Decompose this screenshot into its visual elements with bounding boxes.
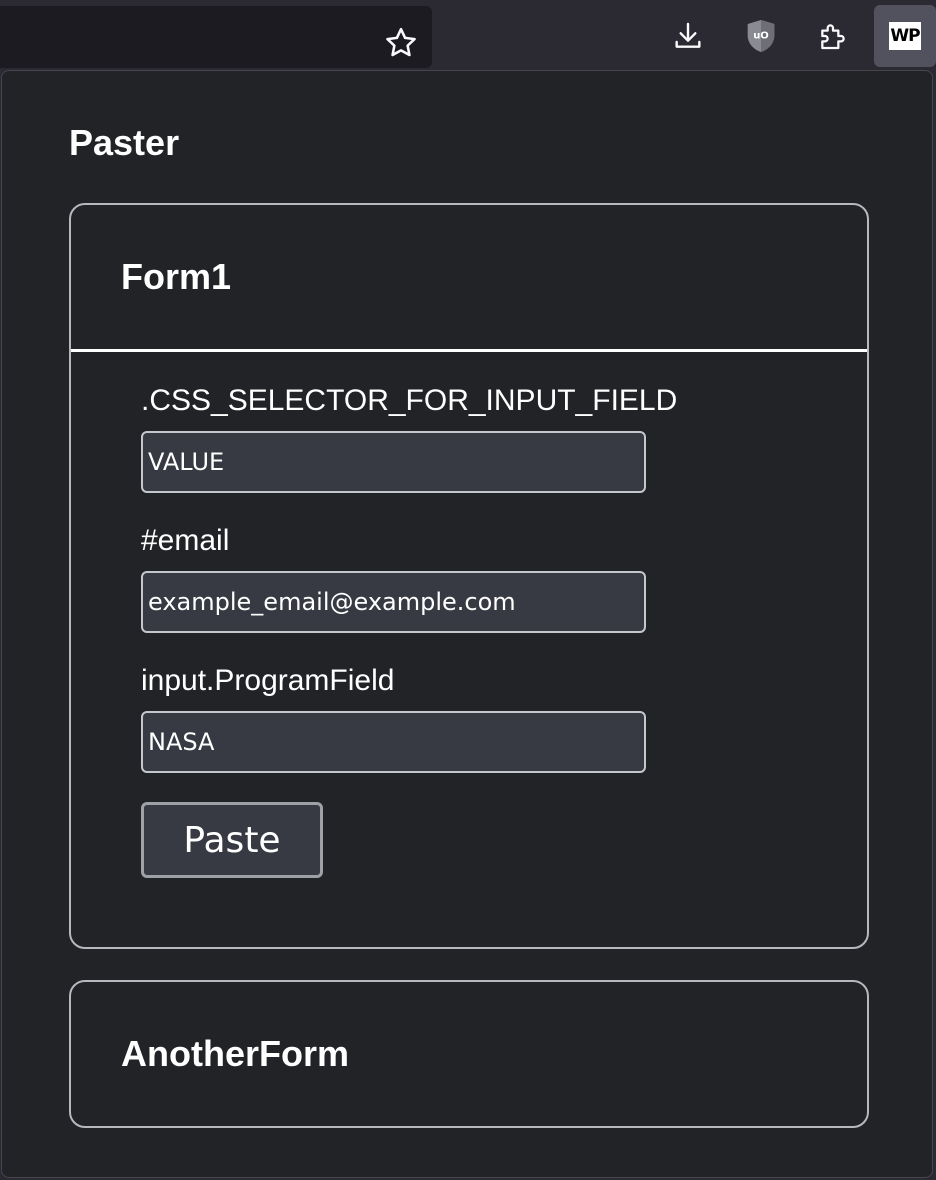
form-title[interactable]: AnotherForm (121, 1032, 349, 1076)
ublock-icon: uO (745, 18, 777, 54)
extensions-button[interactable] (806, 8, 860, 64)
paste-button[interactable]: Paste (141, 802, 323, 878)
form-card-form1: Form1 .CSS_SELECTOR_FOR_INPUT_FIELD #ema… (69, 203, 869, 949)
ublock-extension-button[interactable]: uO (734, 8, 788, 64)
paster-extension-button[interactable]: WP (874, 5, 936, 67)
download-icon (672, 19, 704, 53)
wp-icon-label: WP (890, 26, 920, 46)
form-card-anotherform: AnotherForm (69, 980, 869, 1128)
form-title[interactable]: Form1 (121, 255, 231, 299)
extension-popup-panel: Paster Form1 .CSS_SELECTOR_FOR_INPUT_FIE… (1, 70, 933, 1178)
value-input-email[interactable] (141, 571, 646, 633)
field-label-program-field: input.ProgramField (141, 664, 395, 697)
field-label-css-selector: .CSS_SELECTOR_FOR_INPUT_FIELD (141, 384, 678, 417)
url-bar[interactable] (0, 6, 432, 68)
field-label-email: #email (141, 524, 230, 557)
svg-text:uO: uO (753, 31, 769, 42)
app-title: Paster (69, 122, 180, 163)
extensions-icon (817, 19, 849, 53)
value-input-css-selector[interactable] (141, 431, 646, 493)
value-input-program-field[interactable] (141, 711, 646, 773)
star-icon (383, 25, 419, 61)
form-divider (71, 349, 867, 352)
browser-toolbar: uO WP (0, 0, 936, 70)
downloads-button[interactable] (661, 8, 715, 64)
bookmark-button[interactable] (380, 22, 422, 64)
wp-extension-icon: WP (889, 22, 921, 50)
